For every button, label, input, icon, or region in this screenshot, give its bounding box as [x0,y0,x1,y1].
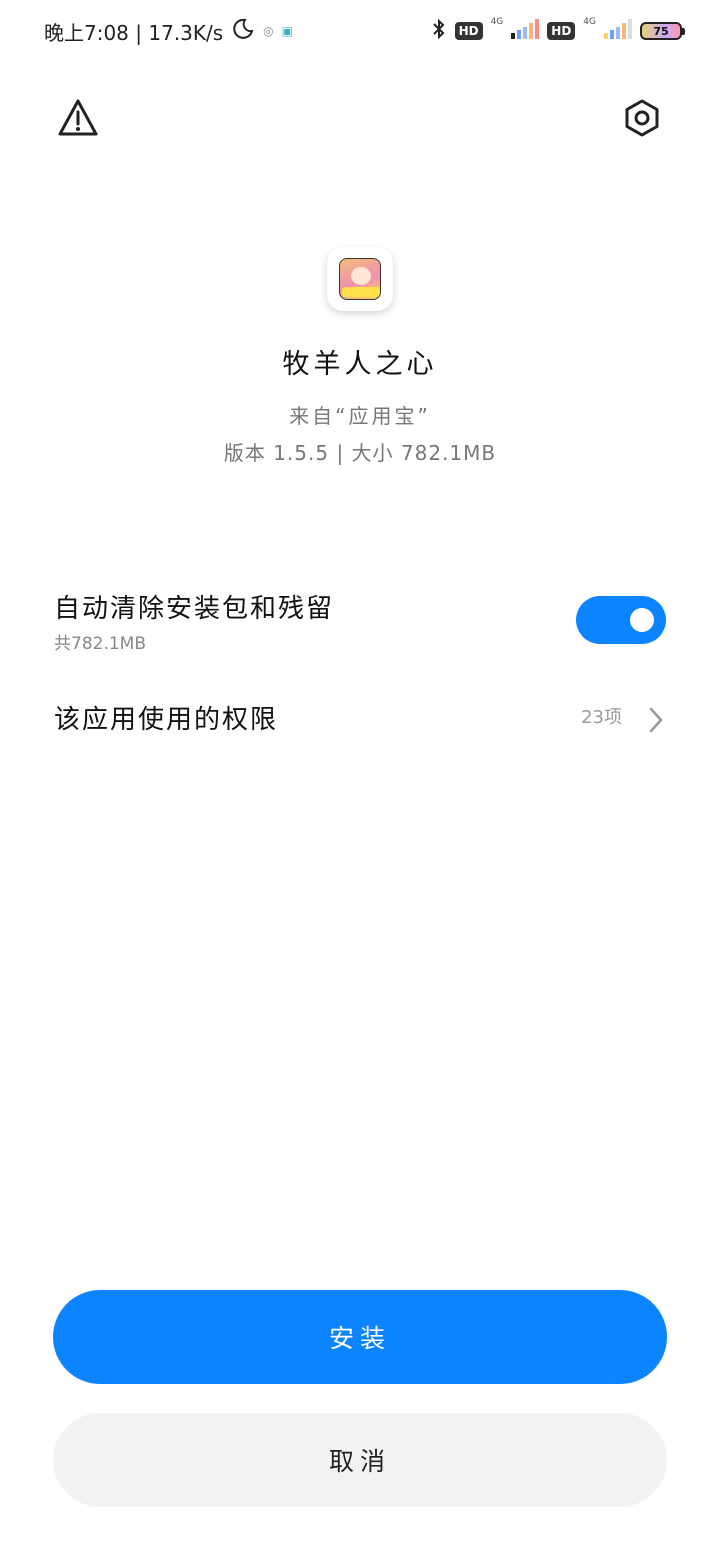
warning-icon[interactable] [54,94,102,142]
app-source: 来自“应用宝” [289,404,431,428]
network-type-1: 4G [490,17,504,27]
notification-app-icon: ◎ [263,24,274,38]
permissions-count: 23项 [581,707,622,728]
cancel-button[interactable]: 取消 [53,1413,667,1507]
app-icon-art [339,258,381,300]
chevron-right-icon [646,704,666,736]
permissions-title: 该应用使用的权限 [54,705,279,735]
signal-icon-2 [604,19,632,43]
status-time-speed: 晚上7:08 | 17.3K/s [44,20,224,45]
permissions-row[interactable]: 该应用使用的权限 23项 [54,700,666,740]
app-version-size: 版本 1.5.5 | 大小 782.1MB [223,441,497,465]
hd-badge-1: HD [454,22,483,40]
app-icon [327,247,393,311]
auto-clean-row[interactable]: 自动清除安装包和残留 共782.1MB [54,588,666,654]
battery-level: 75 [653,24,669,38]
network-type-2: 4G [583,17,596,27]
app-name: 牧羊人之心 [282,349,438,380]
auto-clean-size: 共782.1MB [54,634,146,654]
signal-icon-1 [511,19,540,43]
settings-icon[interactable] [618,94,666,142]
battery-icon: 75 [640,22,685,40]
toggle-knob [630,608,654,632]
auto-clean-title: 自动清除安装包和残留 [54,594,335,624]
auto-clean-toggle[interactable] [576,596,666,644]
notification-screen-icon: ▣ [281,24,293,38]
bluetooth-icon [431,17,447,45]
status-right: HD 4G HD 4G 75 [431,16,685,46]
hd-badge-2: HD [547,22,576,40]
install-button[interactable]: 安装 [53,1290,667,1384]
status-left: 晚上7:08 | 17.3K/s ◎ ▣ [44,16,293,46]
status-bar: 晚上7:08 | 17.3K/s ◎ ▣ HD 4G HD 4G 75 [0,0,720,62]
moon-icon [231,17,255,46]
